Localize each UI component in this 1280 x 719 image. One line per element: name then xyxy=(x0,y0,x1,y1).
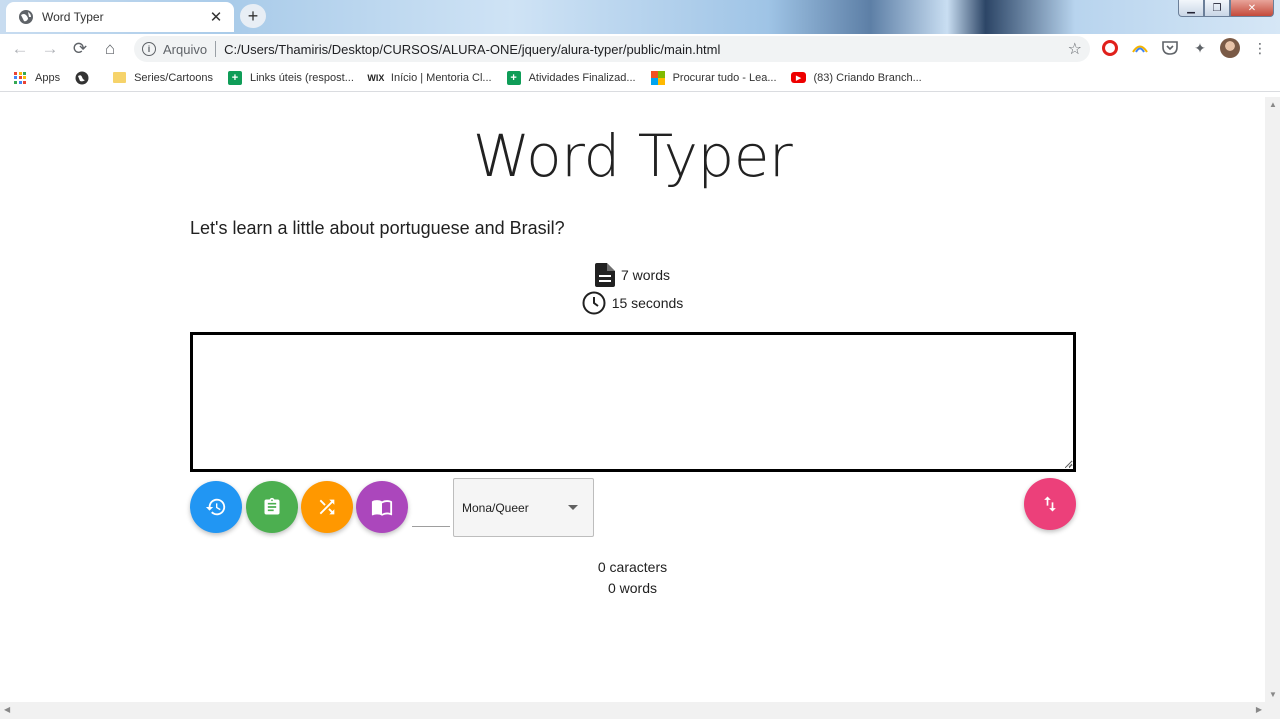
sheets-icon: + xyxy=(506,70,522,86)
tab-close-icon[interactable]: ✕ xyxy=(208,8,224,26)
bookmark-atividades[interactable]: + Atividades Finalizad... xyxy=(506,70,636,86)
phrase-picker-button[interactable] xyxy=(356,481,408,533)
time-label: 15 seconds xyxy=(611,295,684,311)
word-counter: 0 words xyxy=(607,580,658,596)
extensions-area: ✦ ⋮ xyxy=(1100,38,1270,58)
bookmark-label: Series/Cartoons xyxy=(134,71,213,84)
horizontal-scrollbar[interactable]: ◀ ▶ xyxy=(0,702,1280,719)
browser-toolbar: ← → ⟳ ⌂ i Arquivo C:/Users/Thamiris/Desk… xyxy=(0,34,1280,64)
sheets-icon: + xyxy=(227,70,243,86)
tab-title: Word Typer xyxy=(42,10,104,24)
info-icon[interactable]: i xyxy=(142,42,156,56)
minimize-button[interactable]: ▁ xyxy=(1178,0,1204,17)
select-value: Mona/Queer xyxy=(462,500,529,515)
reload-button[interactable]: ⟳ xyxy=(65,35,95,63)
extensions-puzzle-icon[interactable]: ✦ xyxy=(1190,38,1210,58)
bookmark-series-cartoons[interactable]: Series/Cartoons xyxy=(111,70,213,86)
resize-handle-icon[interactable] xyxy=(1064,459,1073,468)
scroll-right-icon[interactable]: ▶ xyxy=(1256,705,1262,714)
bookmark-procurar-tudo[interactable]: Procurar tudo - Lea... xyxy=(650,70,777,86)
scoreboard-button[interactable] xyxy=(246,481,298,533)
phrase-id-input[interactable] xyxy=(412,526,450,527)
browser-menu-icon[interactable]: ⋮ xyxy=(1250,38,1270,58)
back-button[interactable]: ← xyxy=(5,35,35,63)
book-icon xyxy=(371,500,393,516)
pocket-extension-icon[interactable] xyxy=(1160,38,1180,58)
bookmark-label: Apps xyxy=(35,71,61,84)
bookmark-star-icon[interactable]: ☆ xyxy=(1068,39,1082,59)
youtube-icon: ▶ xyxy=(791,70,807,86)
typing-area[interactable] xyxy=(190,332,1076,472)
phrase-text: Let's learn a little about portuguese an… xyxy=(190,218,565,238)
new-tab-button[interactable]: + xyxy=(240,4,266,28)
address-bar[interactable]: i Arquivo C:/Users/Thamiris/Desktop/CURS… xyxy=(134,36,1090,62)
rainbow-extension-icon[interactable] xyxy=(1130,38,1150,58)
bookmark-links-uteis[interactable]: + Links úteis (respost... xyxy=(227,70,354,86)
clock-icon xyxy=(582,291,606,315)
user-select[interactable]: Mona/Queer xyxy=(453,478,594,537)
security-label: Arquivo xyxy=(163,41,208,57)
random-phrase-button[interactable] xyxy=(301,481,353,533)
opera-extension-icon[interactable] xyxy=(1100,38,1120,58)
chevron-down-icon xyxy=(568,505,578,510)
clipboard-icon xyxy=(264,497,280,515)
scroll-down-icon[interactable]: ▼ xyxy=(1269,690,1277,699)
restart-icon xyxy=(205,498,226,516)
folder-icon xyxy=(111,70,127,86)
omnibox-divider xyxy=(215,41,217,57)
url-text[interactable]: C:/Users/Thamiris/Desktop/CURSOS/ALURA-O… xyxy=(224,42,720,57)
page-title: Word Typer xyxy=(472,122,793,190)
bookmarks-bar: Apps Series/Cartoons + Links úteis (resp… xyxy=(0,64,1280,92)
home-button[interactable]: ⌂ xyxy=(95,35,125,63)
bookmark-label: Procurar tudo - Lea... xyxy=(672,71,777,84)
restart-button[interactable] xyxy=(190,481,242,533)
sync-button[interactable] xyxy=(1024,478,1076,530)
bookmark-globe[interactable] xyxy=(74,70,97,86)
bookmark-label: Links úteis (respost... xyxy=(249,71,354,84)
phrase-word-count: 7 words xyxy=(0,263,1265,287)
maximize-button[interactable]: ❐ xyxy=(1204,0,1230,17)
phrase-time: 15 seconds xyxy=(0,291,1265,315)
bookmark-label: (83) Criando Branch... xyxy=(813,71,922,84)
document-icon xyxy=(594,263,615,287)
wix-icon: WIX xyxy=(367,72,385,83)
browser-title-bar: Word Typer ✕ + ▁ ❐ ✕ xyxy=(0,0,1280,34)
globe-icon xyxy=(19,10,33,24)
window-controls: ▁ ❐ ✕ xyxy=(1178,0,1274,17)
word-count-label: 7 words xyxy=(620,267,671,283)
apps-grid-icon xyxy=(12,70,28,86)
shuffle-icon xyxy=(319,499,335,515)
bookmark-criando-branch[interactable]: ▶ (83) Criando Branch... xyxy=(791,70,922,86)
profile-avatar[interactable] xyxy=(1220,38,1240,58)
bookmark-mentoria[interactable]: WIX Início | Mentoria Cl... xyxy=(367,70,492,86)
forward-button[interactable]: → xyxy=(35,35,65,63)
bookmark-label: Atividades Finalizad... xyxy=(528,71,636,84)
microsoft-icon xyxy=(650,70,666,86)
character-counter: 0 caracters xyxy=(597,559,668,575)
browser-tab[interactable]: Word Typer ✕ xyxy=(6,2,234,32)
bookmark-label: Início | Mentoria Cl... xyxy=(390,71,492,84)
bookmark-apps[interactable]: Apps xyxy=(12,70,60,86)
scroll-left-icon[interactable]: ◀ xyxy=(4,705,10,714)
vertical-scrollbar[interactable]: ▲ ▼ xyxy=(1265,97,1280,702)
globe-icon xyxy=(75,71,89,84)
scroll-up-icon[interactable]: ▲ xyxy=(1269,100,1277,109)
swap-vertical-icon xyxy=(1044,496,1056,512)
close-window-button[interactable]: ✕ xyxy=(1230,0,1274,17)
page-content: Word Typer Let's learn a little about po… xyxy=(0,97,1265,702)
